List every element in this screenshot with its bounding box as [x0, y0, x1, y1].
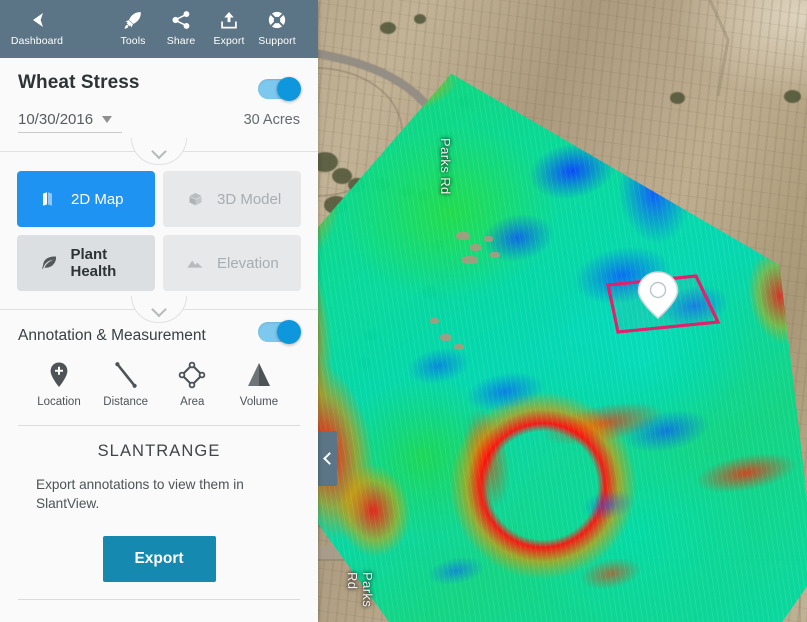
view-mode-3d-model[interactable]: 3D Model [163, 171, 301, 227]
leaf-icon [39, 254, 59, 272]
rocket-icon [123, 7, 143, 33]
view-mode-label-plant-health: Plant Health [70, 246, 117, 280]
dataset-meta-row: 10/30/2016 30 Acres [18, 111, 300, 133]
toolbar-item-support[interactable]: Support [256, 0, 298, 47]
pyramid-icon [246, 359, 272, 389]
bare-soil-patch [440, 334, 452, 341]
view-mode-label-3d-model: 3D Model [217, 190, 282, 208]
tool-area[interactable]: Area [163, 359, 221, 408]
chevron-down-icon [102, 116, 113, 123]
slantrange-export-button[interactable]: Export [102, 535, 216, 582]
map-pin-plus-icon [48, 359, 70, 389]
sidebar-panel: Dashboard Tools Share Export Support Whe… [0, 0, 318, 622]
toolbar-label-dashboard: Dashboard [10, 35, 64, 47]
line-segment-icon [113, 359, 139, 389]
annotation-toggle[interactable] [258, 320, 301, 344]
slantrange-section: SLANTRANGE Export annotations to view th… [0, 426, 318, 582]
date-value: 10/30/2016 [18, 111, 94, 128]
tool-distance[interactable]: Distance [97, 359, 155, 408]
measurement-tool-row: Location Distance Area Volume [0, 345, 318, 408]
back-chevron-icon [27, 7, 47, 33]
sidebar-collapse-handle[interactable] [318, 431, 337, 486]
app-root: Parks Rd Parks Rd Dashboard Tools Share … [0, 0, 807, 622]
toolbar-item-tools[interactable]: Tools [114, 0, 152, 47]
section-divider-bottom [0, 296, 318, 323]
toolbar-label-tools: Tools [120, 35, 146, 47]
toolbar-label-share: Share [166, 35, 196, 47]
view-mode-plant-health[interactable]: Plant Health [17, 235, 155, 291]
date-select[interactable]: 10/30/2016 [18, 111, 122, 133]
bare-soil-patch [430, 318, 439, 324]
top-toolbar: Dashboard Tools Share Export Support [0, 0, 318, 58]
view-mode-label-elevation: Elevation [217, 254, 279, 272]
toolbar-item-share[interactable]: Share [162, 0, 200, 47]
bare-soil-patch [456, 232, 470, 240]
life-ring-icon [267, 7, 287, 33]
road-label-parks-rd-south: Parks Rd [345, 572, 375, 608]
toolbar-label-export: Export [213, 35, 245, 47]
view-mode-elevation[interactable]: Elevation [163, 235, 301, 291]
map-imagery: Parks Rd Parks Rd [318, 0, 807, 622]
share-icon [171, 7, 191, 33]
annotation-section-title: Annotation & Measurement [18, 327, 206, 344]
view-mode-label-2d-map: 2D Map [71, 190, 124, 208]
cube-icon [185, 191, 205, 208]
tool-volume[interactable]: Volume [230, 359, 288, 408]
tool-location[interactable]: Location [30, 359, 88, 408]
toolbar-item-export[interactable]: Export [210, 0, 248, 47]
section-divider-top [0, 138, 318, 165]
toggle-knob [277, 77, 301, 101]
bare-soil-patch [490, 252, 500, 258]
map-icon [39, 191, 59, 207]
slantrange-title: SLANTRANGE [97, 442, 221, 460]
polygon-icon [178, 359, 206, 389]
map-canvas[interactable]: Parks Rd Parks Rd [318, 0, 807, 622]
dataset-header: Wheat Stress 10/30/2016 30 Acres [0, 58, 318, 133]
slantrange-description: Export annotations to view them in Slant… [36, 477, 244, 512]
view-mode-grid: 2D Map 3D Model Plant Health Elevation [0, 163, 318, 291]
toolbar-label-support: Support [258, 35, 296, 47]
upload-icon [219, 7, 239, 33]
tool-label-distance: Distance [103, 396, 149, 408]
layer-visibility-toggle[interactable] [258, 77, 301, 101]
toggle-knob [277, 320, 301, 344]
annotation-section-header: Annotation & Measurement [0, 320, 318, 345]
tool-label-location: Location [37, 396, 81, 408]
left-chevron-icon [322, 452, 336, 465]
mountain-icon [185, 256, 205, 270]
view-mode-2d-map[interactable]: 2D Map [17, 171, 155, 227]
horizontal-rule-bottom [18, 598, 300, 600]
bare-soil-patch [462, 256, 478, 264]
bare-soil-patch [454, 344, 464, 350]
bare-soil-patch [484, 236, 493, 242]
road-label-parks-rd-north: Parks Rd [438, 138, 453, 195]
tool-label-area: Area [180, 396, 205, 408]
bare-soil-patch [470, 244, 481, 251]
area-value: 30 Acres [243, 112, 300, 128]
tool-label-volume: Volume [239, 396, 279, 408]
toolbar-item-dashboard[interactable]: Dashboard [10, 0, 64, 47]
